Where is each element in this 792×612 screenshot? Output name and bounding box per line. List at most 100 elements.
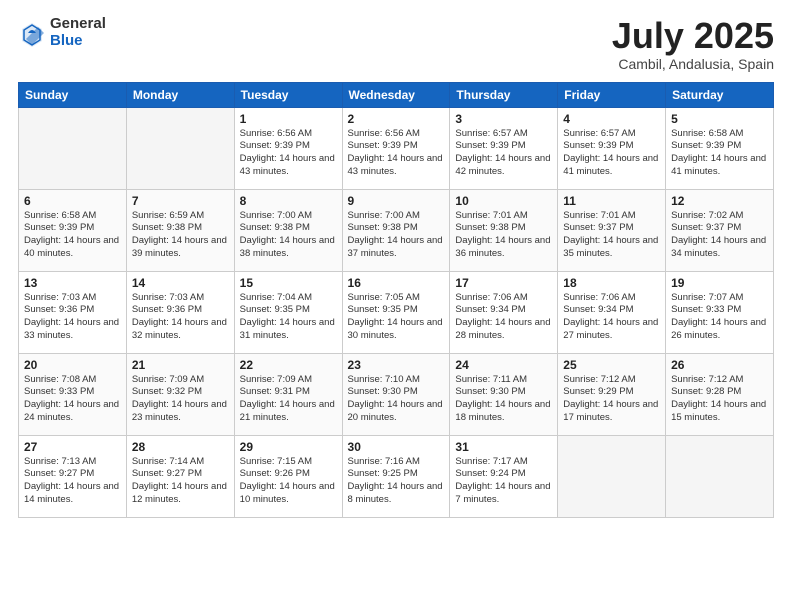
calendar-day-cell: 28 Sunrise: 7:14 AM Sunset: 9:27 PM Dayli… bbox=[126, 435, 234, 517]
day-detail: Sunrise: 7:13 AM Sunset: 9:27 PM Dayligh… bbox=[24, 456, 121, 507]
day-number: 28 bbox=[132, 440, 229, 454]
day-detail: Sunrise: 7:07 AM Sunset: 9:33 PM Dayligh… bbox=[671, 292, 768, 343]
day-detail: Sunrise: 6:59 AM Sunset: 9:38 PM Dayligh… bbox=[132, 210, 229, 261]
calendar-week-row: 20Sunrise: 7:08 AM Sunset: 9:33 PM Dayli… bbox=[19, 353, 774, 435]
day-detail: Sunrise: 7:02 AM Sunset: 9:37 PM Dayligh… bbox=[671, 210, 768, 261]
calendar-day-cell: 11 Sunrise: 7:01 AM Sunset: 9:37 PM Dayli… bbox=[558, 189, 666, 271]
calendar-day-cell bbox=[126, 107, 234, 189]
calendar-day-cell: 23 Sunrise: 7:10 AM Sunset: 9:30 PM Dayli… bbox=[342, 353, 450, 435]
calendar-week-row: 13 Sunrise: 7:03 AM Sunset: 9:36 PM Dayli… bbox=[19, 271, 774, 353]
day-number: 17 bbox=[455, 276, 552, 290]
day-number: 19 bbox=[671, 276, 768, 290]
day-of-week-header: Wednesday bbox=[342, 82, 450, 107]
day-detail: Sunrise: 7:09 AM Sunset: 9:31 PM Dayligh… bbox=[240, 374, 337, 425]
day-detail: Sunrise: 7:03 AM Sunset: 9:36 PM Dayligh… bbox=[132, 292, 229, 343]
day-number: 23 bbox=[348, 358, 445, 372]
page: General Blue July 2025 Cambil, Andalusia… bbox=[0, 0, 792, 612]
day-number: 2 bbox=[348, 112, 445, 126]
day-of-week-header: Thursday bbox=[450, 82, 558, 107]
day-detail: Sunrise: 7:01 AM Sunset: 9:37 PM Dayligh… bbox=[563, 210, 660, 261]
day-detail: Sunrise: 7:09 AM Sunset: 9:32 PM Dayligh… bbox=[132, 374, 229, 425]
day-detail: Sunrise: 7:16 AM Sunset: 9:25 PM Dayligh… bbox=[348, 456, 445, 507]
calendar-week-row: 6 Sunrise: 6:58 AM Sunset: 9:39 PM Daylig… bbox=[19, 189, 774, 271]
day-number: 6 bbox=[24, 194, 121, 208]
calendar-day-cell: 4Sunrise: 6:57 AM Sunset: 9:39 PM Daylig… bbox=[558, 107, 666, 189]
calendar-day-cell: 10Sunrise: 7:01 AM Sunset: 9:38 PM Dayli… bbox=[450, 189, 558, 271]
logo-general: General bbox=[50, 16, 106, 33]
day-number: 5 bbox=[671, 112, 768, 126]
calendar-day-cell: 9Sunrise: 7:00 AM Sunset: 9:38 PM Daylig… bbox=[342, 189, 450, 271]
calendar-week-row: 27 Sunrise: 7:13 AM Sunset: 9:27 PM Dayli… bbox=[19, 435, 774, 517]
day-detail: Sunrise: 6:58 AM Sunset: 9:39 PM Dayligh… bbox=[671, 128, 768, 179]
day-number: 30 bbox=[348, 440, 445, 454]
day-number: 29 bbox=[240, 440, 337, 454]
day-of-week-header: Saturday bbox=[666, 82, 774, 107]
calendar-day-cell: 20Sunrise: 7:08 AM Sunset: 9:33 PM Dayli… bbox=[19, 353, 127, 435]
calendar-day-cell: 6 Sunrise: 6:58 AM Sunset: 9:39 PM Daylig… bbox=[19, 189, 127, 271]
calendar-day-cell bbox=[666, 435, 774, 517]
day-number: 12 bbox=[671, 194, 768, 208]
day-number: 14 bbox=[132, 276, 229, 290]
day-detail: Sunrise: 7:00 AM Sunset: 9:38 PM Dayligh… bbox=[240, 210, 337, 261]
title-location: Cambil, Andalusia, Spain bbox=[612, 56, 774, 72]
logo-text: General Blue bbox=[50, 16, 106, 49]
day-number: 7 bbox=[132, 194, 229, 208]
day-number: 20 bbox=[24, 358, 121, 372]
day-number: 21 bbox=[132, 358, 229, 372]
calendar-day-cell: 12 Sunrise: 7:02 AM Sunset: 9:37 PM Dayli… bbox=[666, 189, 774, 271]
calendar-day-cell: 8 Sunrise: 7:00 AM Sunset: 9:38 PM Daylig… bbox=[234, 189, 342, 271]
day-of-week-header: Sunday bbox=[19, 82, 127, 107]
calendar-day-cell: 3Sunrise: 6:57 AM Sunset: 9:39 PM Daylig… bbox=[450, 107, 558, 189]
day-number: 25 bbox=[563, 358, 660, 372]
day-number: 16 bbox=[348, 276, 445, 290]
calendar-day-cell: 5 Sunrise: 6:58 AM Sunset: 9:39 PM Daylig… bbox=[666, 107, 774, 189]
calendar-day-cell: 16 Sunrise: 7:05 AM Sunset: 9:35 PM Dayli… bbox=[342, 271, 450, 353]
title-month: July 2025 bbox=[612, 16, 774, 56]
title-block: July 2025 Cambil, Andalusia, Spain bbox=[612, 16, 774, 72]
day-number: 8 bbox=[240, 194, 337, 208]
calendar-day-cell: 15Sunrise: 7:04 AM Sunset: 9:35 PM Dayli… bbox=[234, 271, 342, 353]
day-of-week-header: Monday bbox=[126, 82, 234, 107]
calendar-day-cell: 29 Sunrise: 7:15 AM Sunset: 9:26 PM Dayli… bbox=[234, 435, 342, 517]
logo-icon bbox=[18, 19, 46, 47]
day-detail: Sunrise: 7:14 AM Sunset: 9:27 PM Dayligh… bbox=[132, 456, 229, 507]
day-number: 11 bbox=[563, 194, 660, 208]
day-number: 26 bbox=[671, 358, 768, 372]
day-detail: Sunrise: 7:11 AM Sunset: 9:30 PM Dayligh… bbox=[455, 374, 552, 425]
day-detail: Sunrise: 6:57 AM Sunset: 9:39 PM Dayligh… bbox=[563, 128, 660, 179]
calendar-day-cell: 26Sunrise: 7:12 AM Sunset: 9:28 PM Dayli… bbox=[666, 353, 774, 435]
day-number: 27 bbox=[24, 440, 121, 454]
calendar-day-cell: 1 Sunrise: 6:56 AM Sunset: 9:39 PM Daylig… bbox=[234, 107, 342, 189]
calendar-day-cell: 22 Sunrise: 7:09 AM Sunset: 9:31 PM Dayli… bbox=[234, 353, 342, 435]
calendar-day-cell bbox=[19, 107, 127, 189]
calendar-day-cell: 19 Sunrise: 7:07 AM Sunset: 9:33 PM Dayli… bbox=[666, 271, 774, 353]
day-detail: Sunrise: 7:10 AM Sunset: 9:30 PM Dayligh… bbox=[348, 374, 445, 425]
day-detail: Sunrise: 7:01 AM Sunset: 9:38 PM Dayligh… bbox=[455, 210, 552, 261]
calendar-day-cell: 30 Sunrise: 7:16 AM Sunset: 9:25 PM Dayli… bbox=[342, 435, 450, 517]
day-number: 13 bbox=[24, 276, 121, 290]
day-number: 15 bbox=[240, 276, 337, 290]
calendar-day-cell: 27 Sunrise: 7:13 AM Sunset: 9:27 PM Dayli… bbox=[19, 435, 127, 517]
header: General Blue July 2025 Cambil, Andalusia… bbox=[18, 16, 774, 72]
calendar-day-cell: 21 Sunrise: 7:09 AM Sunset: 9:32 PM Dayli… bbox=[126, 353, 234, 435]
calendar-day-cell: 2 Sunrise: 6:56 AM Sunset: 9:39 PM Daylig… bbox=[342, 107, 450, 189]
day-of-week-header: Tuesday bbox=[234, 82, 342, 107]
calendar-day-cell: 31Sunrise: 7:17 AM Sunset: 9:24 PM Dayli… bbox=[450, 435, 558, 517]
day-detail: Sunrise: 6:56 AM Sunset: 9:39 PM Dayligh… bbox=[240, 128, 337, 179]
calendar-day-cell: 18 Sunrise: 7:06 AM Sunset: 9:34 PM Dayli… bbox=[558, 271, 666, 353]
day-number: 24 bbox=[455, 358, 552, 372]
day-detail: Sunrise: 7:15 AM Sunset: 9:26 PM Dayligh… bbox=[240, 456, 337, 507]
day-number: 1 bbox=[240, 112, 337, 126]
day-number: 18 bbox=[563, 276, 660, 290]
day-detail: Sunrise: 6:56 AM Sunset: 9:39 PM Dayligh… bbox=[348, 128, 445, 179]
calendar-table: SundayMondayTuesdayWednesdayThursdayFrid… bbox=[18, 82, 774, 518]
calendar-day-cell: 24 Sunrise: 7:11 AM Sunset: 9:30 PM Dayli… bbox=[450, 353, 558, 435]
day-detail: Sunrise: 6:58 AM Sunset: 9:39 PM Dayligh… bbox=[24, 210, 121, 261]
day-detail: Sunrise: 7:05 AM Sunset: 9:35 PM Dayligh… bbox=[348, 292, 445, 343]
logo: General Blue bbox=[18, 16, 106, 49]
day-detail: Sunrise: 7:00 AM Sunset: 9:38 PM Dayligh… bbox=[348, 210, 445, 261]
calendar-day-cell: 14 Sunrise: 7:03 AM Sunset: 9:36 PM Dayli… bbox=[126, 271, 234, 353]
calendar-day-cell: 7 Sunrise: 6:59 AM Sunset: 9:38 PM Daylig… bbox=[126, 189, 234, 271]
day-detail: Sunrise: 7:06 AM Sunset: 9:34 PM Dayligh… bbox=[563, 292, 660, 343]
day-number: 22 bbox=[240, 358, 337, 372]
